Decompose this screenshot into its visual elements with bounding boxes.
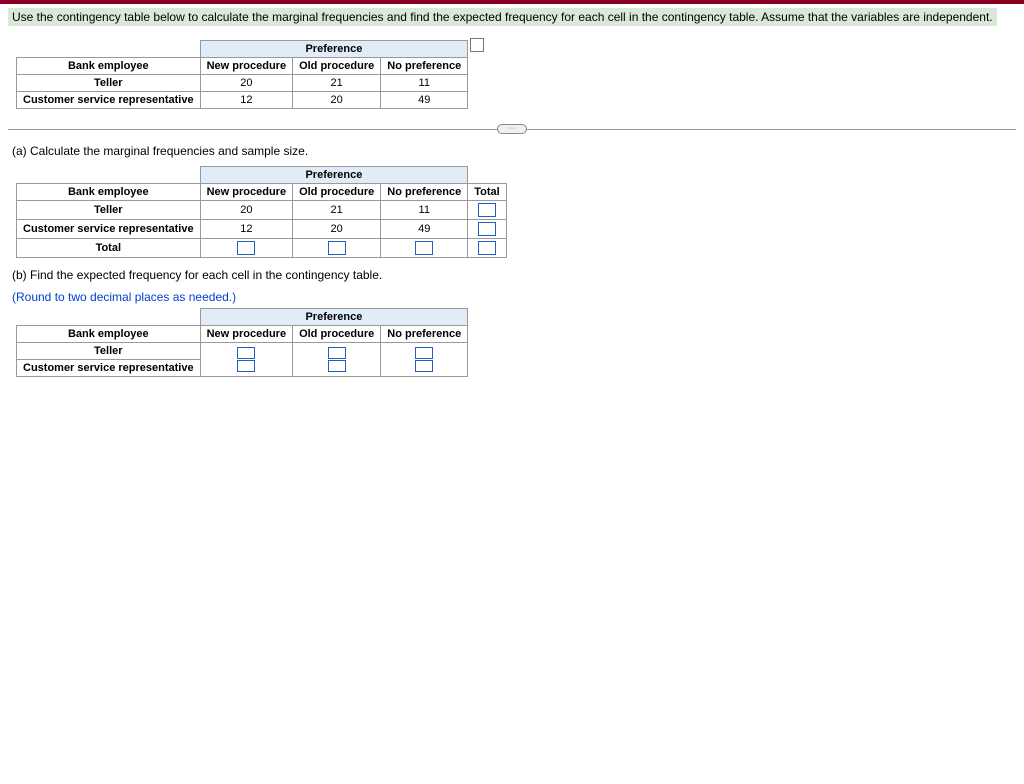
part-b-table: Preference Bank employee New procedure O… (16, 308, 468, 377)
table-row: Teller 20 21 11 (17, 201, 507, 220)
cell-value: 12 (200, 220, 292, 239)
col-old: Old procedure (293, 184, 381, 201)
cell-value: 12 (200, 92, 292, 109)
row-csr: Customer service representative (17, 92, 201, 109)
given-table: Preference Bank employee New procedure O… (16, 40, 468, 109)
col-new: New procedure (200, 58, 292, 75)
table-row: Teller 20 21 11 (17, 75, 468, 92)
bank-employee-header: Bank employee (17, 58, 201, 75)
cell-value: 20 (200, 201, 292, 220)
section-divider: ···· (8, 129, 1016, 130)
cell-value: 21 (293, 201, 381, 220)
question-prompt: Use the contingency table below to calcu… (8, 8, 997, 26)
col-total: Total (468, 184, 506, 201)
resize-handle-icon[interactable]: ···· (497, 124, 527, 134)
table-row: Teller (17, 343, 468, 360)
input-cell (468, 220, 506, 239)
col-old: Old procedure (293, 58, 381, 75)
input-cell (200, 343, 292, 377)
cell-value: 49 (381, 92, 468, 109)
input-cell (468, 239, 506, 258)
cell-value: 20 (293, 92, 381, 109)
table-row: Customer service representative 12 20 49 (17, 220, 507, 239)
cell-value: 21 (293, 75, 381, 92)
answer-input[interactable] (237, 241, 255, 255)
input-cell (381, 239, 468, 258)
cell-value: 20 (293, 220, 381, 239)
col-new: New procedure (200, 184, 292, 201)
table-row: Total (17, 239, 507, 258)
table-row: Customer service representative 12 20 49 (17, 92, 468, 109)
answer-input[interactable] (478, 222, 496, 236)
row-total: Total (17, 239, 201, 258)
row-csr: Customer service representative (17, 360, 201, 377)
cell-value: 11 (381, 201, 468, 220)
input-cell (381, 343, 468, 377)
input-cell (200, 239, 292, 258)
part-b-label: (b) Find the expected frequency for each… (12, 268, 1016, 282)
bank-employee-header: Bank employee (17, 326, 201, 343)
part-a-label: (a) Calculate the marginal frequencies a… (12, 144, 1016, 158)
col-new: New procedure (200, 326, 292, 343)
cell-value: 49 (381, 220, 468, 239)
row-teller: Teller (17, 75, 201, 92)
col-no: No preference (381, 326, 468, 343)
answer-input[interactable] (478, 241, 496, 255)
preference-header: Preference (200, 167, 468, 184)
row-csr: Customer service representative (17, 220, 201, 239)
row-teller: Teller (17, 201, 201, 220)
answer-input[interactable] (415, 347, 433, 359)
part-a-table: Preference Bank employee New procedure O… (16, 166, 507, 258)
cell-value: 11 (381, 75, 468, 92)
input-cell (468, 201, 506, 220)
answer-input[interactable] (328, 347, 346, 359)
row-teller: Teller (17, 343, 201, 360)
answer-input[interactable] (478, 203, 496, 217)
answer-input[interactable] (237, 360, 255, 372)
col-old: Old procedure (293, 326, 381, 343)
rounding-instruction: (Round to two decimal places as needed.) (12, 290, 1016, 304)
answer-input[interactable] (328, 360, 346, 372)
bank-employee-header: Bank employee (17, 184, 201, 201)
input-cell (293, 239, 381, 258)
answer-input[interactable] (237, 347, 255, 359)
col-no: No preference (381, 184, 468, 201)
col-no: No preference (381, 58, 468, 75)
copy-icon[interactable] (472, 40, 484, 52)
answer-input[interactable] (415, 241, 433, 255)
input-cell (293, 343, 381, 377)
question-content: Use the contingency table below to calcu… (0, 4, 1024, 391)
answer-input[interactable] (328, 241, 346, 255)
answer-input[interactable] (415, 360, 433, 372)
preference-header: Preference (200, 309, 468, 326)
preference-header: Preference (200, 41, 468, 58)
cell-value: 20 (200, 75, 292, 92)
